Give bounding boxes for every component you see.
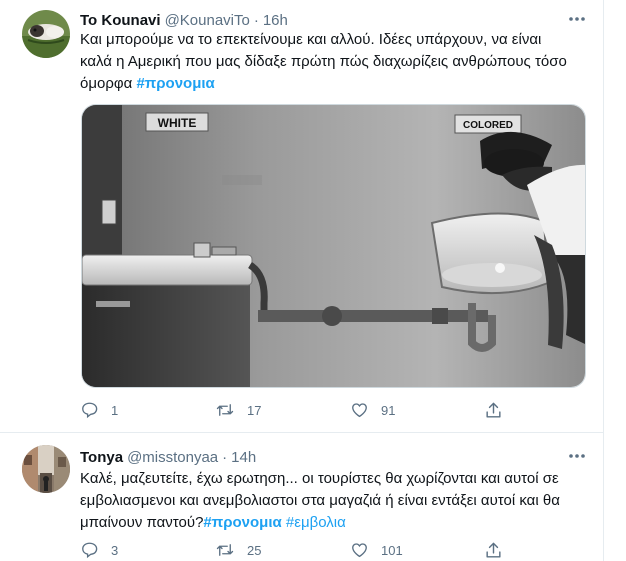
tweet-text-line: μπαίνουν παντού?#προνομια #εμβολια — [80, 512, 592, 534]
reply-count: 3 — [111, 542, 119, 558]
like-button[interactable]: 91 — [350, 398, 395, 422]
tweet-media-photo[interactable]: WHITE COLORED — [81, 104, 586, 388]
segregated-fountains-photo: WHITE COLORED — [82, 105, 585, 387]
retweet-count: 17 — [247, 402, 262, 418]
separator-dot: · — [222, 448, 228, 466]
tweet-actions: 1 17 91 — [80, 398, 520, 422]
retweet-icon — [216, 404, 234, 416]
tweet[interactable]: Tonya @misstonyaa · 14h Καλέ, μαζευτείτε… — [0, 433, 603, 561]
tweet-text-line: εμβολιασμενοι και ανεμβολιαστοι στα μαγα… — [80, 492, 560, 509]
share-icon — [486, 542, 501, 558]
hashtag-link[interactable]: #εμβολια — [286, 514, 346, 531]
like-count: 101 — [381, 542, 403, 558]
retweet-icon — [216, 544, 234, 556]
hashtag-link[interactable]: #προνομια — [136, 75, 214, 92]
like-count: 91 — [381, 402, 396, 418]
reply-button[interactable]: 3 — [80, 538, 118, 561]
hashtag-link[interactable]: #προνομια — [203, 514, 281, 531]
timeline-border — [603, 0, 604, 561]
tweet-actions: 3 25 101 — [80, 538, 520, 561]
user-handle[interactable]: @misstonyaa — [127, 449, 218, 466]
tweet-header: Tonya @misstonyaa · 14h — [80, 447, 256, 467]
retweet-button[interactable]: 17 — [215, 398, 261, 422]
timestamp[interactable]: 16h — [263, 12, 288, 29]
timestamp[interactable]: 14h — [231, 449, 256, 466]
heart-icon — [352, 403, 367, 418]
share-button[interactable] — [484, 398, 503, 422]
share-button[interactable] — [484, 538, 503, 561]
sign-white-text: WHITE — [158, 116, 197, 130]
avatar[interactable] — [22, 445, 70, 493]
avatar[interactable] — [22, 10, 70, 58]
tweet-text-fragment: μπαίνουν παντού? — [80, 514, 204, 531]
tweet-text: Καλέ, μαζευτείτε, έχω ερωτηση... οι τουρ… — [80, 468, 592, 534]
tweet-text-line: καλά η Αμερική που μας δίδαξε πρώτη πώς … — [80, 53, 567, 70]
heart-icon — [352, 543, 367, 558]
tweet[interactable]: To Kounavi @KounaviTo · 16h Και μπορούμε… — [0, 0, 603, 433]
ferret-avatar-image — [22, 10, 70, 58]
tweet-header: To Kounavi @KounaviTo · 16h — [80, 10, 288, 30]
tweet-text-line: Καλέ, μαζευτείτε, έχω ερωτηση... οι τουρ… — [80, 470, 559, 487]
tweet-text-line: όμορφα #προνομια — [80, 73, 592, 95]
reply-icon — [82, 542, 98, 559]
display-name[interactable]: To Kounavi — [80, 12, 161, 29]
tweet-text: Και μπορούμε να το επεκτείνουμε και αλλο… — [80, 29, 592, 95]
tweet-text-fragment: όμορφα — [80, 75, 137, 92]
display-name[interactable]: Tonya — [80, 449, 123, 466]
street-avatar-image — [22, 445, 70, 493]
share-icon — [486, 402, 501, 418]
more-dots-icon — [569, 454, 585, 458]
more-button[interactable] — [566, 9, 588, 29]
reply-count: 1 — [111, 402, 119, 418]
like-button[interactable]: 101 — [350, 538, 403, 561]
retweet-button[interactable]: 25 — [215, 538, 261, 561]
sign-colored-text: COLORED — [463, 120, 513, 131]
retweet-count: 25 — [247, 542, 262, 558]
separator-dot: · — [253, 11, 259, 29]
reply-button[interactable]: 1 — [80, 398, 118, 422]
more-button[interactable] — [566, 446, 588, 466]
reply-icon — [82, 402, 98, 419]
user-handle[interactable]: @KounaviTo — [165, 12, 250, 29]
tweet-text-line: Και μπορούμε να το επεκτείνουμε και αλλο… — [80, 31, 542, 48]
more-dots-icon — [569, 17, 585, 21]
